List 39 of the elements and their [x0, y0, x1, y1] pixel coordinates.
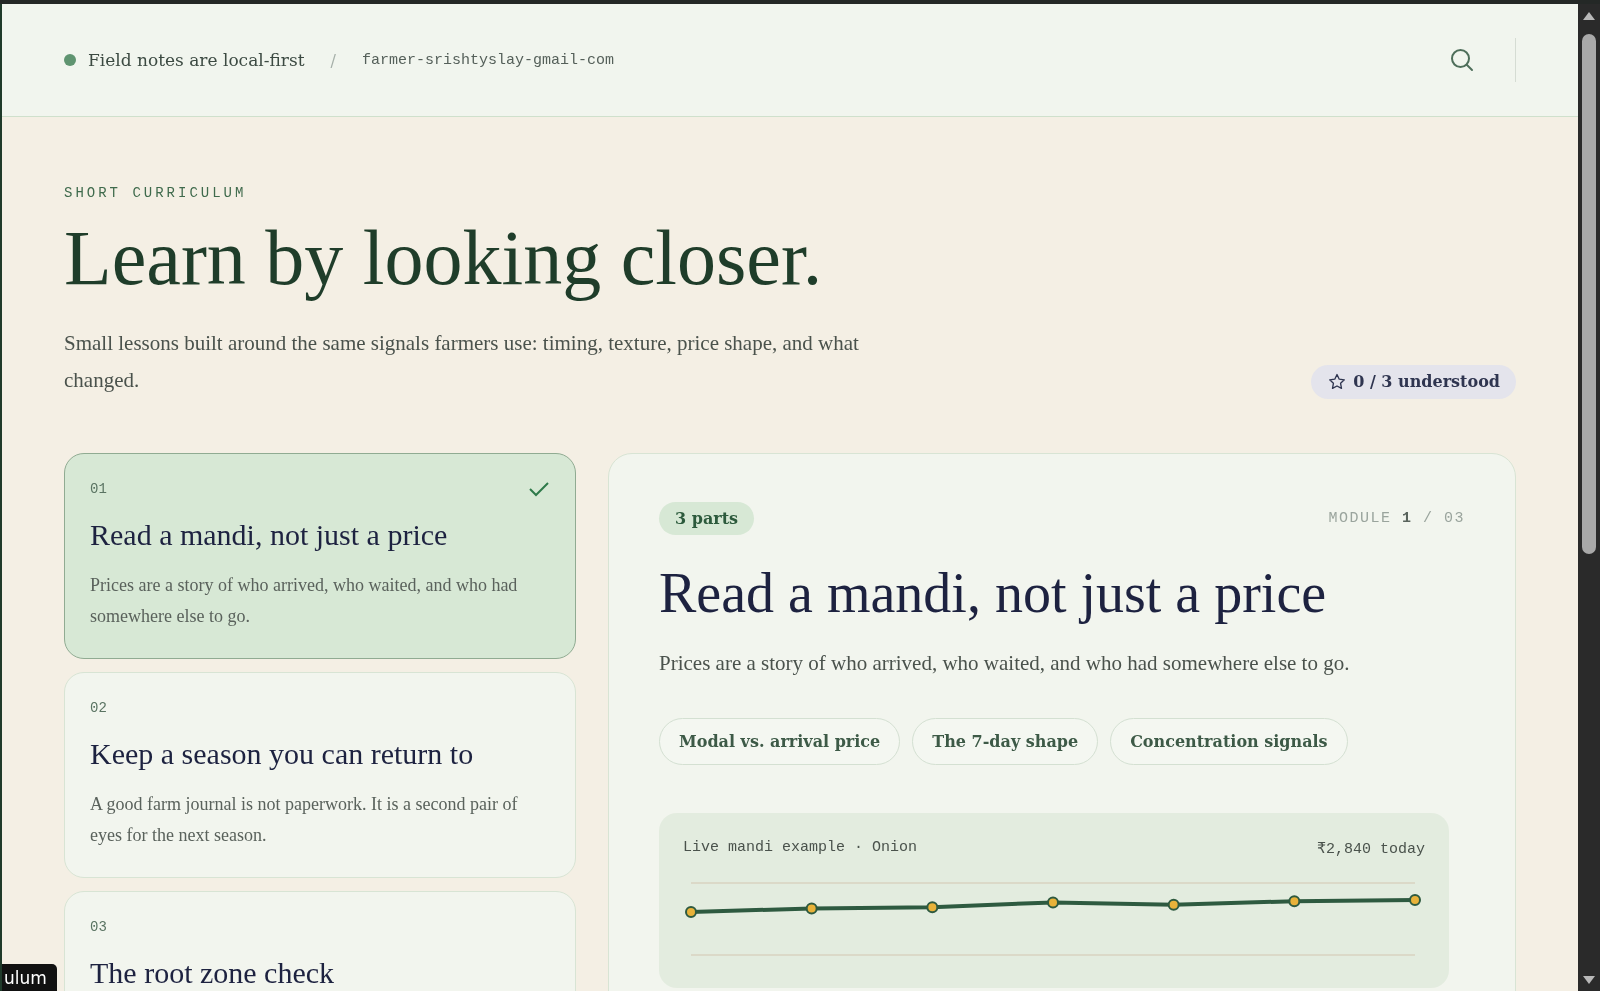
page-lead: Small lessons built around the same signals farmers use: timing, texture, price shape, and what changed.: [64, 329, 860, 394]
status-text: Field notes are local-first: [88, 50, 305, 70]
section-eyebrow: SHORT CURRICULUM: [64, 185, 248, 201]
price-point: [805, 902, 818, 915]
part-chip[interactable]: Concentration signals: [1110, 717, 1348, 765]
module-card[interactable]: 02 Keep a season you can return to A good farm journal is not paperwork. It is a second pair of eyes for the next season.: [64, 671, 576, 878]
module-number: 01: [90, 480, 107, 497]
module-card[interactable]: 01 Read a mandi, not just a price Prices are a story of who arrived, who waited, and who had somewhere else to go.: [64, 452, 576, 659]
breadcrumb-separator: /: [330, 50, 336, 70]
example-price: ₹2,840 today: [1316, 839, 1425, 858]
part-chip[interactable]: Modal vs. arrival price: [659, 717, 901, 765]
module-number: 03: [90, 918, 107, 935]
module-title: Read a mandi, not just a price: [90, 517, 449, 552]
module-summary: Prices are a story of who arrived, who waited, and who had somewhere else to go.: [90, 573, 519, 628]
tooltip: ulum: [2, 964, 57, 991]
part-chip[interactable]: The 7-day shape: [912, 717, 1099, 765]
module-summary: A good farm journal is not paperwork. It is a second pair of eyes for the next season.: [90, 792, 519, 847]
price-point: [926, 901, 939, 914]
module-number: 02: [90, 699, 107, 716]
progress-text: 0 / 3 understood: [1353, 372, 1500, 392]
price-point: [1288, 895, 1301, 908]
module-heading: Read a mandi, not just a price: [659, 560, 1328, 625]
example-label: Live mandi example · Onion: [683, 838, 918, 858]
module-card[interactable]: 03 The root zone check: [64, 890, 576, 991]
status-dot: [64, 54, 76, 66]
check-icon: [528, 479, 550, 498]
price-point: [1409, 893, 1421, 906]
module-title: The root zone check: [90, 955, 336, 990]
module-description: Prices are a story of who arrived, who waited, and who had somewhere else to go.: [659, 650, 1351, 676]
parts-badge: 3 parts: [659, 501, 755, 535]
price-point: [1167, 898, 1180, 911]
price-point: [1047, 896, 1059, 909]
search-icon: [1449, 47, 1475, 73]
page-title: Learn by looking closer.: [64, 217, 824, 299]
price-point: [685, 905, 697, 918]
module-title: Keep a season you can return to: [90, 736, 475, 771]
workspace-name: farmer-srishtyslay-gmail-com: [361, 51, 614, 69]
module-position: MODULE 1 / 03: [1328, 509, 1465, 527]
star-icon: [1327, 371, 1348, 392]
